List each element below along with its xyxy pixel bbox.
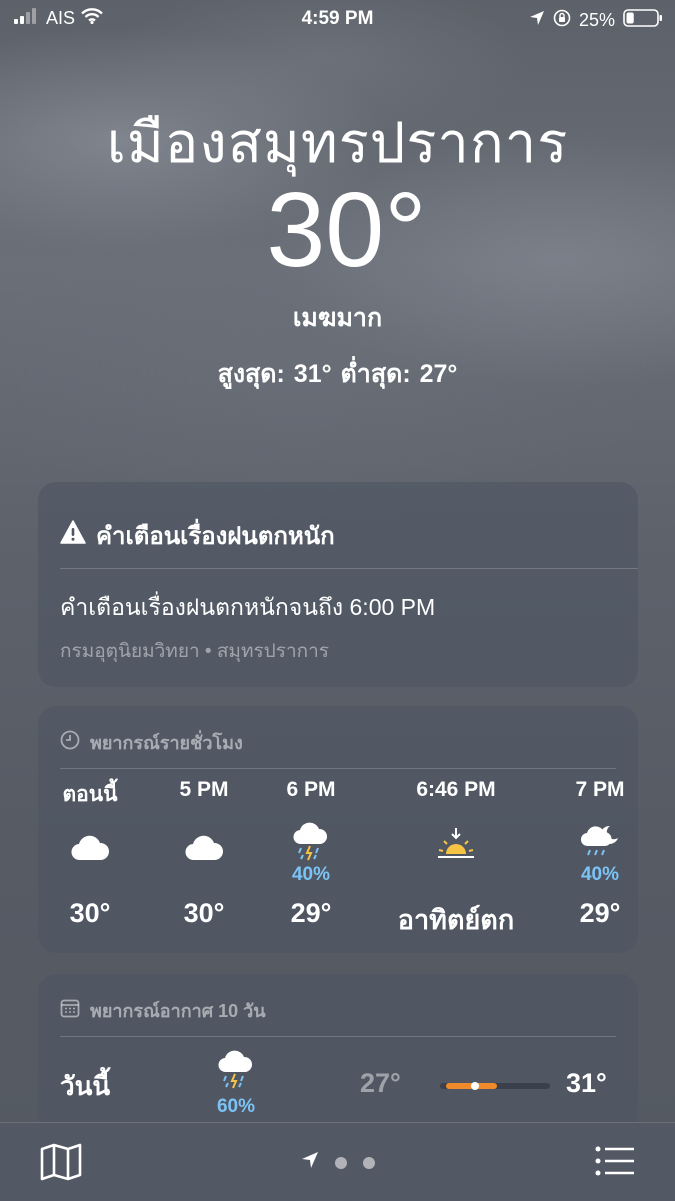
battery-icon (623, 8, 663, 33)
bottom-toolbar (0, 1122, 675, 1201)
page-dot[interactable] (334, 1156, 347, 1169)
hourly-header-label: พยากรณ์รายชั่วโมง (90, 733, 243, 753)
hour-precip: 40% (291, 864, 331, 885)
alert-divider (60, 568, 638, 569)
cloud-icon (144, 812, 264, 862)
night-rain-icon (540, 812, 660, 862)
thunderstorm-rain-icon (216, 1050, 256, 1095)
hourly-item[interactable]: ตอนนี้ 30° (30, 778, 150, 929)
hour-precip: 40% (580, 864, 620, 885)
location-services-icon (529, 10, 545, 31)
hour-time: 7 PM (575, 778, 625, 801)
hour-temp: 30° (183, 898, 225, 928)
hour-time: 6:46 PM (416, 778, 496, 801)
sunset-icon (376, 812, 536, 862)
location-arrow-icon[interactable] (301, 1151, 319, 1174)
city-name: เมืองสมุทรปราการ (106, 111, 569, 174)
hourly-item[interactable]: 5 PM 30° (144, 778, 264, 929)
hourly-item[interactable]: 6:46 PM อาทิตย์ตก (376, 778, 536, 941)
hour-time: 5 PM (179, 778, 229, 801)
hourly-divider (60, 768, 616, 769)
ten-day-forecast-card[interactable]: พยากรณ์อากาศ 10 วัน วันนี้ 60% 27° 31° (38, 974, 638, 1134)
cloud-icon (30, 812, 150, 862)
hour-temp: อาทิตย์ตก (397, 905, 515, 935)
list-icon (595, 1146, 635, 1181)
hour-precip (30, 864, 150, 884)
day-high-temp: 31° (566, 1068, 607, 1098)
hour-precip (376, 864, 536, 884)
daily-header: พยากรณ์อากาศ 10 วัน (60, 996, 266, 1025)
hour-temp: 29° (579, 898, 621, 928)
day-precip: 60% (216, 1096, 256, 1117)
hour-precip (144, 864, 264, 884)
hourly-forecast-card[interactable]: พยากรณ์รายชั่วโมง ตอนนี้ 30° 5 PM 30° 6 … (38, 706, 638, 953)
city-list-button[interactable] (595, 1145, 635, 1182)
current-temperature: 30° (266, 171, 427, 289)
alert-description: คำเตือนเรื่องฝนตกหนักจนถึง 6:00 PM (60, 594, 436, 620)
orientation-lock-icon (553, 9, 571, 32)
current-weather: เมืองสมุทรปราการ 30° เมฆมาก สูงสุด: 31° … (0, 110, 675, 394)
daily-row-today[interactable]: วันนี้ 60% 27° 31° (38, 1040, 638, 1120)
condition-text: เมฆมาก (292, 304, 383, 332)
thunderstorm-rain-icon (251, 812, 371, 862)
warning-triangle-icon (60, 520, 86, 551)
hourly-item[interactable]: 7 PM 40% 29° (540, 778, 660, 929)
page-dot[interactable] (362, 1156, 375, 1169)
hourly-header: พยากรณ์รายชั่วโมง (60, 728, 243, 757)
calendar-icon (60, 998, 80, 1023)
status-bar: AIS 4:59 PM 25% (0, 0, 675, 38)
daily-divider (60, 1036, 616, 1037)
day-name: วันนี้ (60, 1071, 111, 1101)
hour-time: 6 PM (286, 778, 336, 801)
high-low-text: สูงสุด: 31° ต่ำสุด: 27° (217, 360, 458, 388)
alert-title-row: คำเตือนเรื่องฝนตกหนัก (60, 516, 335, 555)
hour-time: ตอนนี้ (62, 783, 118, 806)
page-indicator[interactable] (0, 1151, 675, 1174)
day-low-temp: 27° (360, 1068, 401, 1098)
alert-source: กรมอุตุนิยมวิทยา • สมุทรปราการ (60, 641, 329, 662)
hour-temp: 30° (69, 898, 111, 928)
battery-percent: 25% (578, 10, 615, 30)
severe-weather-alert-card[interactable]: คำเตือนเรื่องฝนตกหนัก คำเตือนเรื่องฝนตกห… (38, 482, 638, 687)
hourly-item[interactable]: 6 PM 40% 29° (251, 778, 371, 929)
clock-icon (60, 730, 80, 755)
alert-title: คำเตือนเรื่องฝนตกหนัก (96, 523, 335, 550)
daily-header-label: พยากรณ์อากาศ 10 วัน (90, 1001, 266, 1021)
temperature-range-bar (440, 1082, 550, 1090)
hour-temp: 29° (290, 898, 332, 928)
status-right: 25% (529, 8, 663, 33)
